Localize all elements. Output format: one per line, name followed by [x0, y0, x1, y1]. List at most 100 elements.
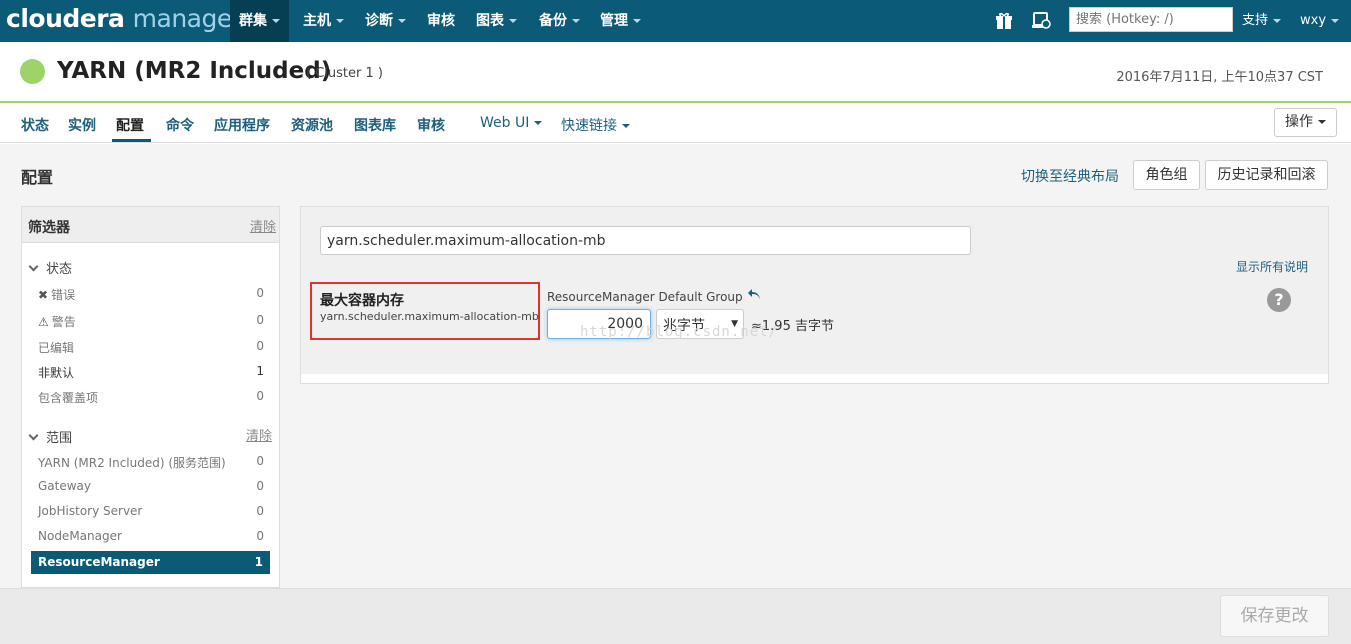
filter-item-label: NodeManager [38, 529, 122, 543]
nav-clusters-label: 群集 [239, 13, 267, 29]
nav-diagnostics-label: 诊断 [365, 13, 393, 29]
user-label: wxy [1300, 13, 1327, 28]
gift-icon[interactable] [995, 12, 1013, 35]
filter-item-nodemanager[interactable]: NodeManager 0 [38, 529, 264, 543]
datestamp[interactable]: 2016年7月11日, 上午10点37 CST [1116, 66, 1323, 85]
support-menu[interactable]: 支持 [1242, 0, 1282, 42]
filter-item-label: 包含覆盖项 [38, 391, 99, 405]
nav-administration[interactable]: 管理 [591, 0, 650, 42]
filter-sidebar: 筛选器 清除 状态 ✖ 错误 0 ⚠ 警告 0 已编辑 0 非默认 1 包含覆盖项 0 范围 … [21, 206, 280, 588]
switch-classic-layout-link[interactable]: 切换至经典布局 [1021, 166, 1119, 186]
property-title: 最大容器内存 [320, 293, 404, 309]
filter-item-service-scope[interactable]: YARN (MR2 Included) (服务范围) 0 [38, 454, 264, 471]
filter-item-count: 0 [256, 389, 264, 403]
filter-group-status[interactable]: 状态 [28, 258, 73, 277]
scope-clear-link[interactable]: 清除 [246, 425, 272, 444]
tab-web-ui-label: Web UI [480, 115, 530, 131]
chevron-down-icon [622, 124, 630, 128]
filter-item-error[interactable]: ✖ 错误 0 [38, 286, 264, 303]
chevron-down-icon [28, 430, 39, 441]
config-search-input[interactable] [320, 226, 971, 255]
cluster-link[interactable]: ( Cluster 1 ) [306, 66, 383, 81]
role-groups-button[interactable]: 角色组 [1133, 160, 1200, 190]
search-input[interactable] [1069, 7, 1233, 32]
filter-item-count: 0 [256, 529, 264, 543]
cloudera-logo[interactable]: cloudera manager [6, 4, 242, 33]
filter-item-label: JobHistory Server [38, 504, 143, 518]
filter-item-label: Gateway [38, 479, 92, 493]
filter-group-scope[interactable]: 范围 [28, 427, 73, 446]
filter-item-gateway[interactable]: Gateway 0 [38, 479, 264, 493]
nav-hosts[interactable]: 主机 [294, 0, 353, 42]
help-icon[interactable]: ? [1267, 288, 1291, 312]
service-status-icon [20, 59, 45, 84]
save-changes-button[interactable]: 保存更改 [1220, 595, 1329, 637]
filter-item-count: 1 [256, 364, 264, 378]
chevron-down-icon [534, 121, 543, 125]
nav-diagnostics[interactable]: 诊断 [356, 0, 415, 42]
chevron-down-icon [398, 19, 406, 23]
chevron-down-icon [1318, 120, 1326, 124]
tab-chart-library[interactable]: 图表库 [354, 115, 396, 135]
tab-instances[interactable]: 实例 [68, 115, 96, 135]
filter-item-count: 0 [256, 286, 264, 300]
nav-charts[interactable]: 图表 [467, 0, 526, 42]
chevron-down-icon [1331, 18, 1340, 23]
filter-group-status-label: 状态 [46, 262, 73, 277]
nav-clusters[interactable]: 群集 [230, 0, 289, 42]
nav-hosts-label: 主机 [303, 13, 331, 29]
filter-clear-link[interactable]: 清除 [250, 216, 276, 235]
chevron-down-icon [272, 19, 280, 23]
tab-quick-links-label: 快速链接 [561, 118, 617, 134]
history-rollback-button[interactable]: 历史记录和回滚 [1205, 160, 1328, 190]
error-icon: ✖ [38, 288, 49, 302]
tab-commands[interactable]: 命令 [166, 115, 194, 135]
tab-audits[interactable]: 审核 [417, 115, 445, 135]
running-commands-icon[interactable] [1031, 12, 1051, 35]
filter-item-count: 1 [254, 555, 263, 569]
top-navbar: cloudera manager 群集 主机 诊断 审核 图表 备份 管理 支持… [0, 0, 1351, 42]
logo-text-manager: manager [132, 4, 242, 33]
chevron-down-icon [633, 19, 641, 23]
chevron-down-icon [509, 19, 517, 23]
filter-item-edited[interactable]: 已编辑 0 [38, 339, 264, 356]
filter-item-non-default[interactable]: 非默认 1 [38, 364, 264, 381]
show-all-descriptions-link[interactable]: 显示所有说明 [1236, 258, 1308, 275]
undo-icon[interactable] [747, 288, 761, 304]
tab-configuration[interactable]: 配置 [116, 115, 144, 135]
filter-item-resourcemanager[interactable]: ResourceManager 1 [31, 551, 270, 574]
filter-item-label: 错误 [51, 288, 76, 302]
actions-label: 操作 [1285, 114, 1313, 130]
filter-item-count: 0 [256, 313, 264, 327]
tab-applications[interactable]: 应用程序 [214, 115, 270, 135]
filter-item-label: 已编辑 [38, 341, 75, 355]
nav-backup[interactable]: 备份 [530, 0, 589, 42]
footer-bar [0, 588, 1351, 644]
filter-item-warning[interactable]: ⚠ 警告 0 [38, 313, 264, 330]
chevron-down-icon [1273, 18, 1282, 23]
page-title: YARN (MR2 Included) [57, 58, 332, 84]
nav-backup-label: 备份 [539, 13, 567, 29]
filter-item-count: 0 [256, 479, 264, 493]
actions-button[interactable]: 操作 [1274, 108, 1337, 137]
filter-item-label: YARN (MR2 Included) (服务范围) [38, 456, 226, 470]
filter-item-jobhistory-server[interactable]: JobHistory Server 0 [38, 504, 264, 518]
active-tab-indicator [112, 139, 151, 142]
role-group-label[interactable]: ResourceManager Default Group [547, 290, 743, 304]
nav-audits[interactable]: 审核 [418, 0, 464, 42]
filter-item-has-overrides[interactable]: 包含覆盖项 0 [38, 389, 264, 406]
tab-resource-pools[interactable]: 资源池 [291, 115, 333, 135]
tab-status[interactable]: 状态 [21, 115, 49, 135]
tab-quick-links[interactable]: 快速链接 [561, 115, 630, 135]
tab-web-ui[interactable]: Web UI [480, 115, 543, 131]
filter-title: 筛选器 [28, 220, 70, 236]
nav-audits-label: 审核 [427, 13, 455, 29]
filter-group-scope-label: 范围 [46, 431, 73, 446]
filter-item-count: 0 [256, 454, 264, 468]
chevron-down-icon [336, 19, 344, 23]
watermark-text: http://blog.csdn.net/ [580, 324, 779, 340]
filter-item-label: 非默认 [38, 366, 75, 380]
filter-item-label: ResourceManager [38, 555, 160, 569]
chevron-down-icon [572, 19, 580, 23]
user-menu[interactable]: wxy [1300, 0, 1340, 42]
